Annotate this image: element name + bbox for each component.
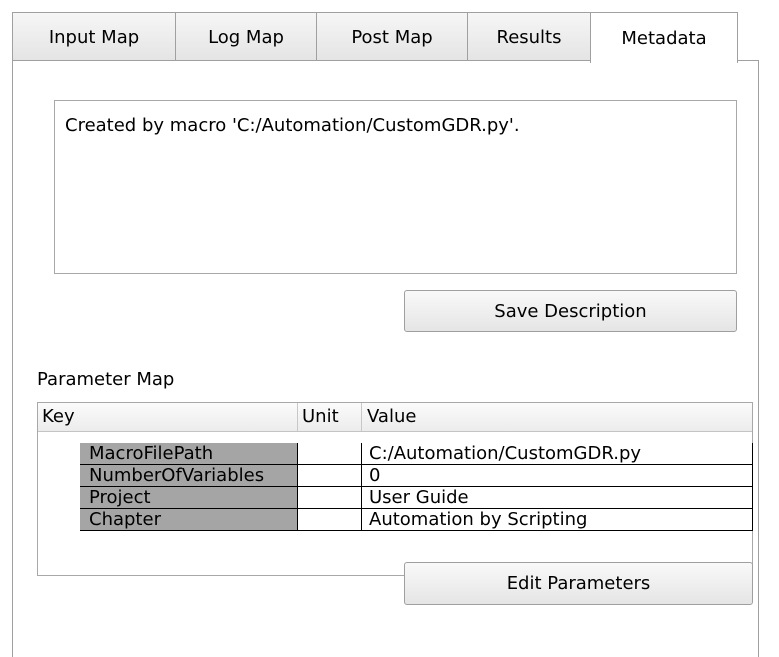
- key-cell[interactable]: Chapter: [80, 509, 298, 531]
- header-key[interactable]: Key: [38, 403, 298, 431]
- unit-cell[interactable]: [298, 509, 362, 531]
- description-textarea[interactable]: Created by macro 'C:/Automation/CustomGD…: [54, 100, 737, 274]
- value-cell[interactable]: Automation by Scripting: [362, 509, 753, 531]
- table-header: Key Unit Value: [38, 403, 752, 432]
- edit-parameters-label: Edit Parameters: [506, 573, 651, 594]
- tab-post-map[interactable]: Post Map: [316, 12, 468, 61]
- parameter-map-label: Parameter Map: [37, 369, 175, 390]
- tab-label: Post Map: [351, 26, 433, 48]
- tab-input-map[interactable]: Input Map: [12, 12, 176, 61]
- header-value[interactable]: Value: [362, 403, 752, 431]
- tab-results[interactable]: Results: [467, 12, 591, 61]
- save-description-button[interactable]: Save Description: [404, 290, 737, 332]
- tab-metadata[interactable]: Metadata: [590, 12, 738, 63]
- unit-cell[interactable]: [298, 487, 362, 509]
- description-text: Created by macro 'C:/Automation/CustomGD…: [65, 115, 520, 136]
- key-cell[interactable]: NumberOfVariables: [80, 465, 298, 487]
- unit-cell[interactable]: [298, 443, 362, 465]
- key-cell[interactable]: MacroFilePath: [80, 443, 298, 465]
- edit-parameters-button[interactable]: Edit Parameters: [404, 562, 753, 605]
- save-description-label: Save Description: [494, 300, 647, 322]
- parameter-table[interactable]: Key Unit Value MacroFilePath C:/Automati…: [37, 402, 753, 576]
- tab-log-map[interactable]: Log Map: [175, 12, 317, 61]
- tab-label: Metadata: [621, 27, 707, 49]
- value-cell[interactable]: 0: [362, 465, 753, 487]
- tab-label: Results: [496, 26, 562, 48]
- value-cell[interactable]: C:/Automation/CustomGDR.py: [362, 443, 753, 465]
- tab-label: Log Map: [208, 26, 284, 48]
- header-unit[interactable]: Unit: [298, 403, 362, 431]
- metadata-panel: Input Map Log Map Post Map Results Metad…: [0, 0, 779, 657]
- unit-cell[interactable]: [298, 465, 362, 487]
- tab-label: Input Map: [48, 26, 140, 48]
- key-cell[interactable]: Project: [80, 487, 298, 509]
- value-cell[interactable]: User Guide: [362, 487, 753, 509]
